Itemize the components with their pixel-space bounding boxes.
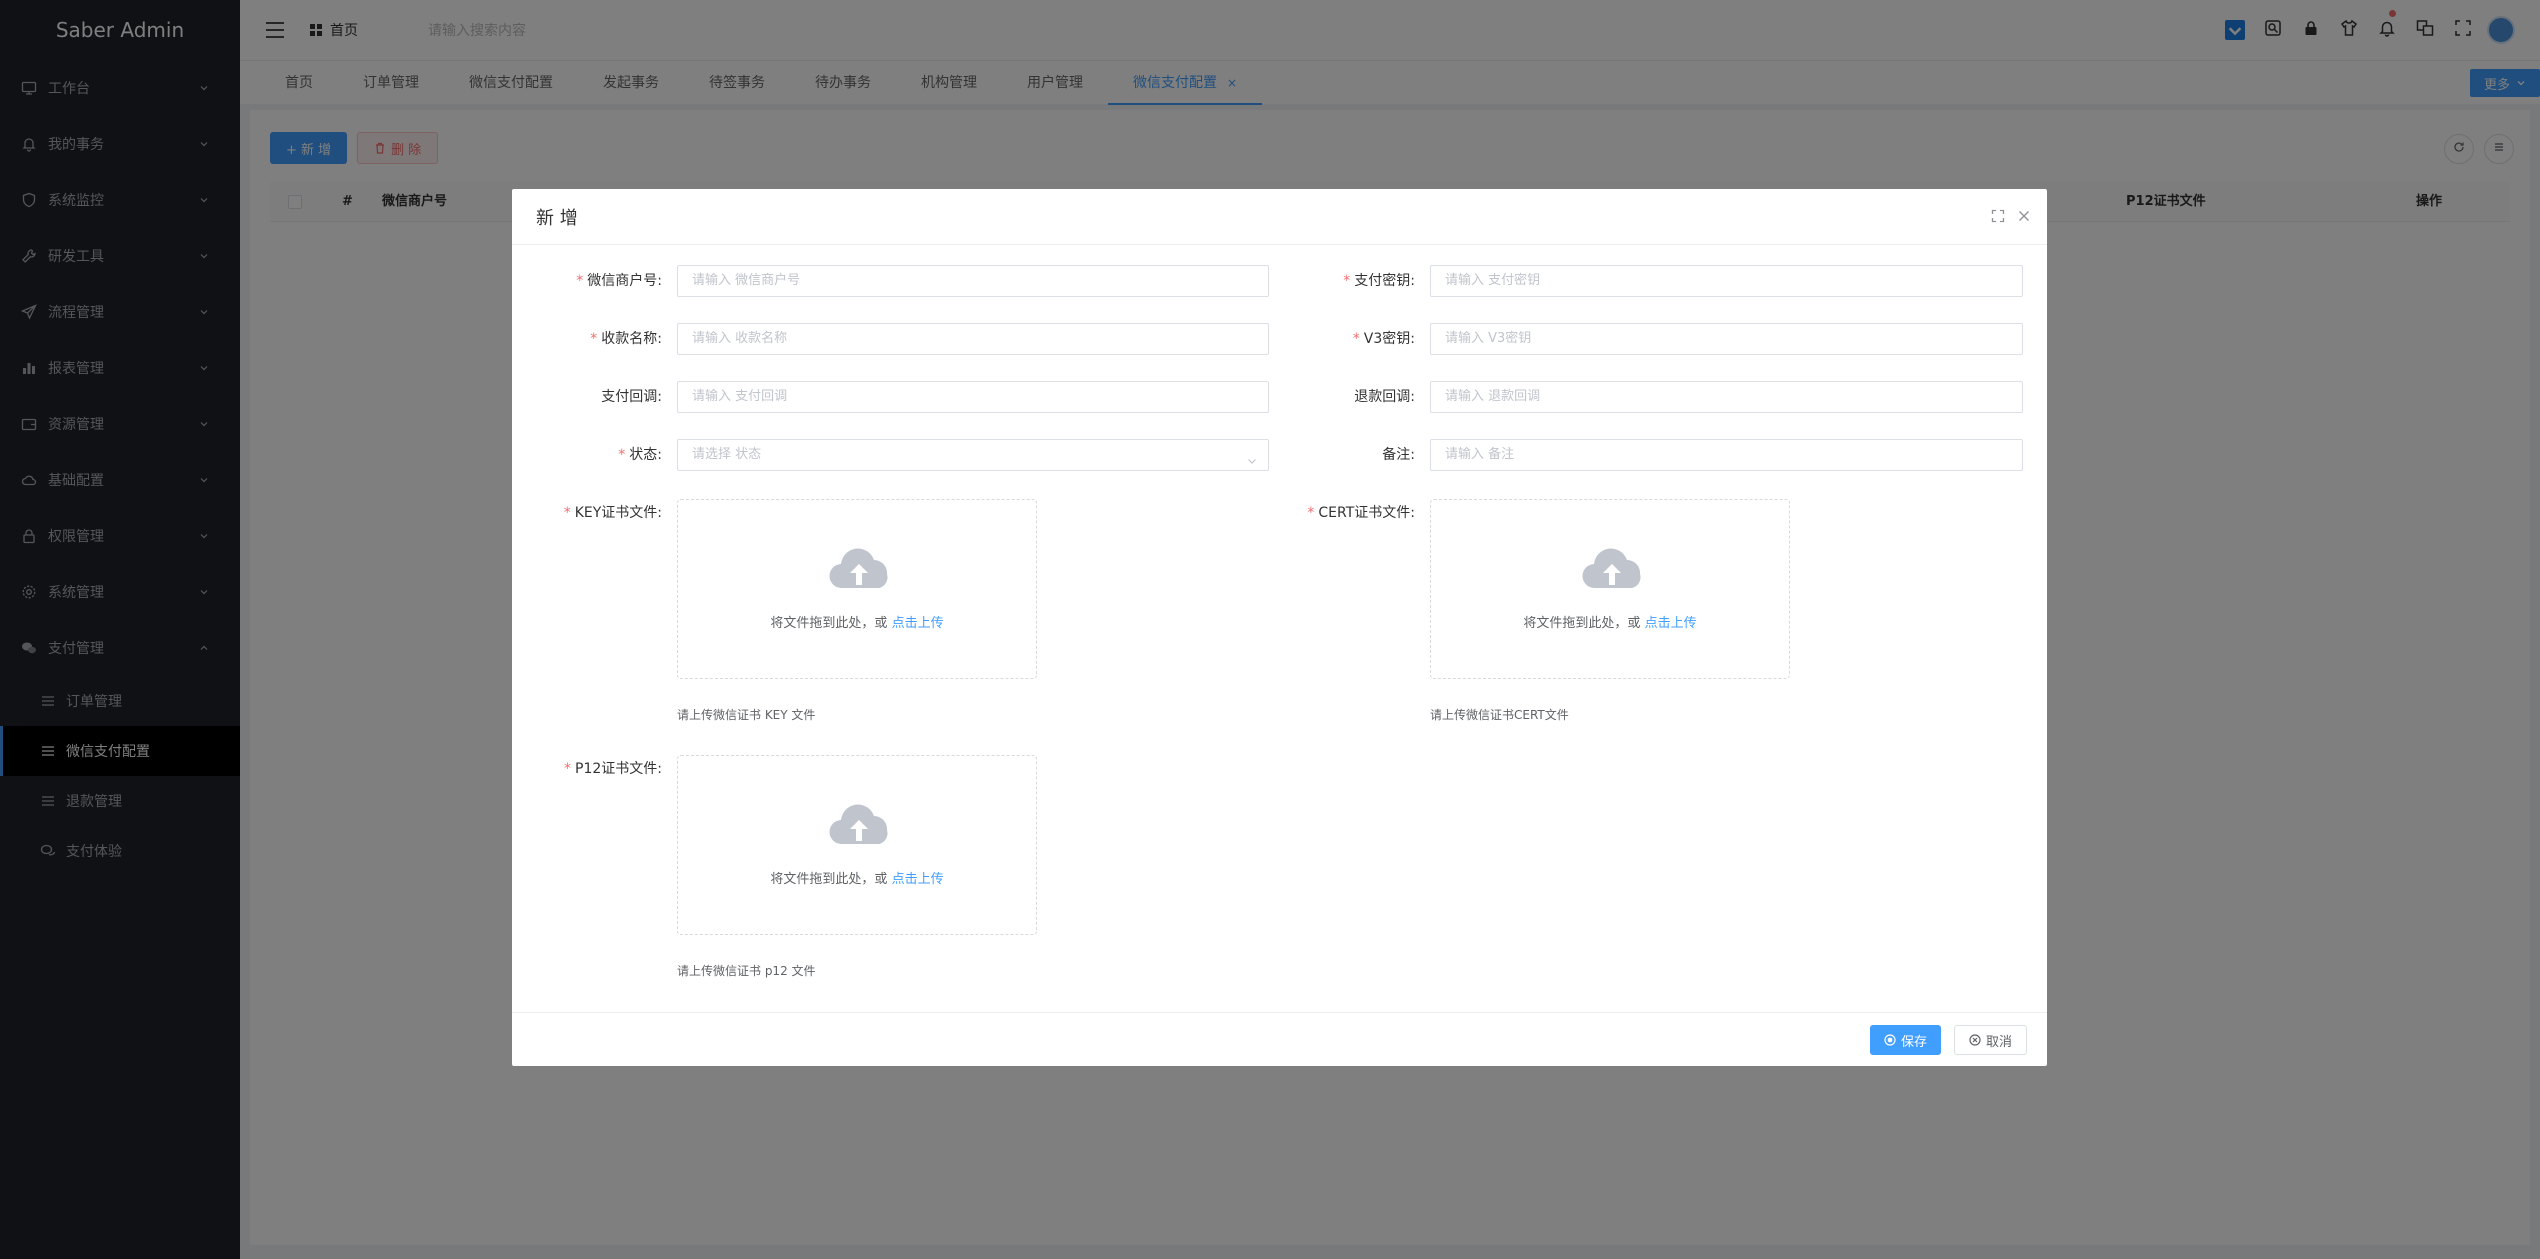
required-mark: *	[576, 273, 584, 289]
upload-hint: 将文件拖到此处，或 点击上传	[678, 612, 1036, 631]
upload-text: 将文件拖到此处，或	[1523, 616, 1641, 631]
maximize-icon[interactable]	[1991, 207, 2005, 228]
pay-callback-label: 支付回调:	[601, 389, 662, 405]
upload-link[interactable]: 点击上传	[892, 616, 944, 631]
required-mark: *	[1352, 331, 1360, 347]
v3-secret-input[interactable]: 请输入 V3密钥	[1430, 323, 2023, 355]
p12-file-label: * P12证书文件:	[512, 753, 662, 785]
remark-input[interactable]: 请输入 备注	[1430, 439, 2023, 471]
upload-hint: 将文件拖到此处，或 点击上传	[678, 868, 1036, 887]
dialog-title: 新 增	[536, 207, 578, 229]
dialog-footer: 保存 取消	[512, 1012, 2047, 1066]
refund-callback-input[interactable]: 请输入 退款回调	[1430, 381, 2023, 413]
cert-file-label-text: CERT证书文件:	[1318, 505, 1415, 521]
cancel-button[interactable]: 取消	[1953, 1025, 2027, 1055]
save-icon	[1884, 1034, 1896, 1046]
v3-secret-label: * V3密钥:	[1265, 323, 1415, 355]
required-mark: *	[563, 505, 571, 521]
pay-secret-label-text: 支付密钥:	[1354, 273, 1415, 289]
required-mark: *	[1307, 505, 1315, 521]
status-label: * 状态:	[512, 439, 662, 471]
upload-cloud-icon	[1581, 544, 1643, 592]
pay-secret-input[interactable]: 请输入 支付密钥	[1430, 265, 2023, 297]
add-dialog: 新 增 * 微信商户号: 请输入 微信商户号 * 支付密钥: 请输入 支付密钥 * 收…	[512, 189, 2047, 1066]
cancel-label: 取消	[1985, 1034, 2012, 1050]
save-button[interactable]: 保存	[1869, 1025, 1941, 1055]
key-file-upload[interactable]: 将文件拖到此处，或 点击上传	[677, 499, 1037, 679]
merchant-no-label: * 微信商户号:	[512, 265, 662, 297]
status-label-text: 状态:	[629, 447, 662, 463]
chevron-down-icon	[1246, 449, 1258, 464]
merchant-no-label-text: 微信商户号:	[587, 273, 662, 289]
required-mark: *	[618, 447, 626, 463]
key-file-label-text: KEY证书文件:	[574, 505, 662, 521]
payee-name-label: * 收款名称:	[512, 323, 662, 355]
upload-link[interactable]: 点击上传	[1645, 616, 1697, 631]
cancel-icon	[1969, 1034, 1981, 1046]
close-icon[interactable]	[2017, 207, 2031, 228]
p12-file-tip: 请上传微信证书 p12 文件	[677, 964, 816, 978]
upload-hint: 将文件拖到此处，或 点击上传	[1431, 612, 1789, 631]
dialog-header-actions	[1991, 207, 2031, 228]
cert-file-tip: 请上传微信证书CERT文件	[1430, 708, 1569, 722]
upload-cloud-icon	[828, 800, 890, 848]
remark-label: 备注:	[1382, 447, 1415, 463]
cert-file-upload[interactable]: 将文件拖到此处，或 点击上传	[1430, 499, 1790, 679]
status-select[interactable]: 请选择 状态	[677, 439, 1269, 471]
upload-text: 将文件拖到此处，或	[770, 616, 888, 631]
payee-name-label-text: 收款名称:	[601, 331, 662, 347]
upload-text: 将文件拖到此处，或	[770, 872, 888, 887]
pay-callback-input[interactable]: 请输入 支付回调	[677, 381, 1269, 413]
key-file-tip: 请上传微信证书 KEY 文件	[677, 708, 816, 722]
upload-link[interactable]: 点击上传	[892, 872, 944, 887]
dialog-header: 新 增	[512, 189, 2047, 245]
required-mark: *	[564, 761, 572, 777]
required-mark: *	[1343, 273, 1351, 289]
refund-callback-label: 退款回调:	[1354, 389, 1415, 405]
required-mark: *	[590, 331, 598, 347]
merchant-no-input[interactable]: 请输入 微信商户号	[677, 265, 1269, 297]
p12-file-label-text: P12证书文件:	[575, 761, 662, 777]
save-label: 保存	[1900, 1034, 1927, 1050]
key-file-label: * KEY证书文件:	[512, 497, 662, 529]
payee-name-input[interactable]: 请输入 收款名称	[677, 323, 1269, 355]
v3-secret-label-text: V3密钥:	[1363, 331, 1415, 347]
p12-file-upload[interactable]: 将文件拖到此处，或 点击上传	[677, 755, 1037, 935]
cert-file-label: * CERT证书文件:	[1265, 497, 1415, 529]
pay-secret-label: * 支付密钥:	[1265, 265, 1415, 297]
upload-cloud-icon	[828, 544, 890, 592]
status-select-placeholder: 请选择 状态	[692, 447, 762, 462]
